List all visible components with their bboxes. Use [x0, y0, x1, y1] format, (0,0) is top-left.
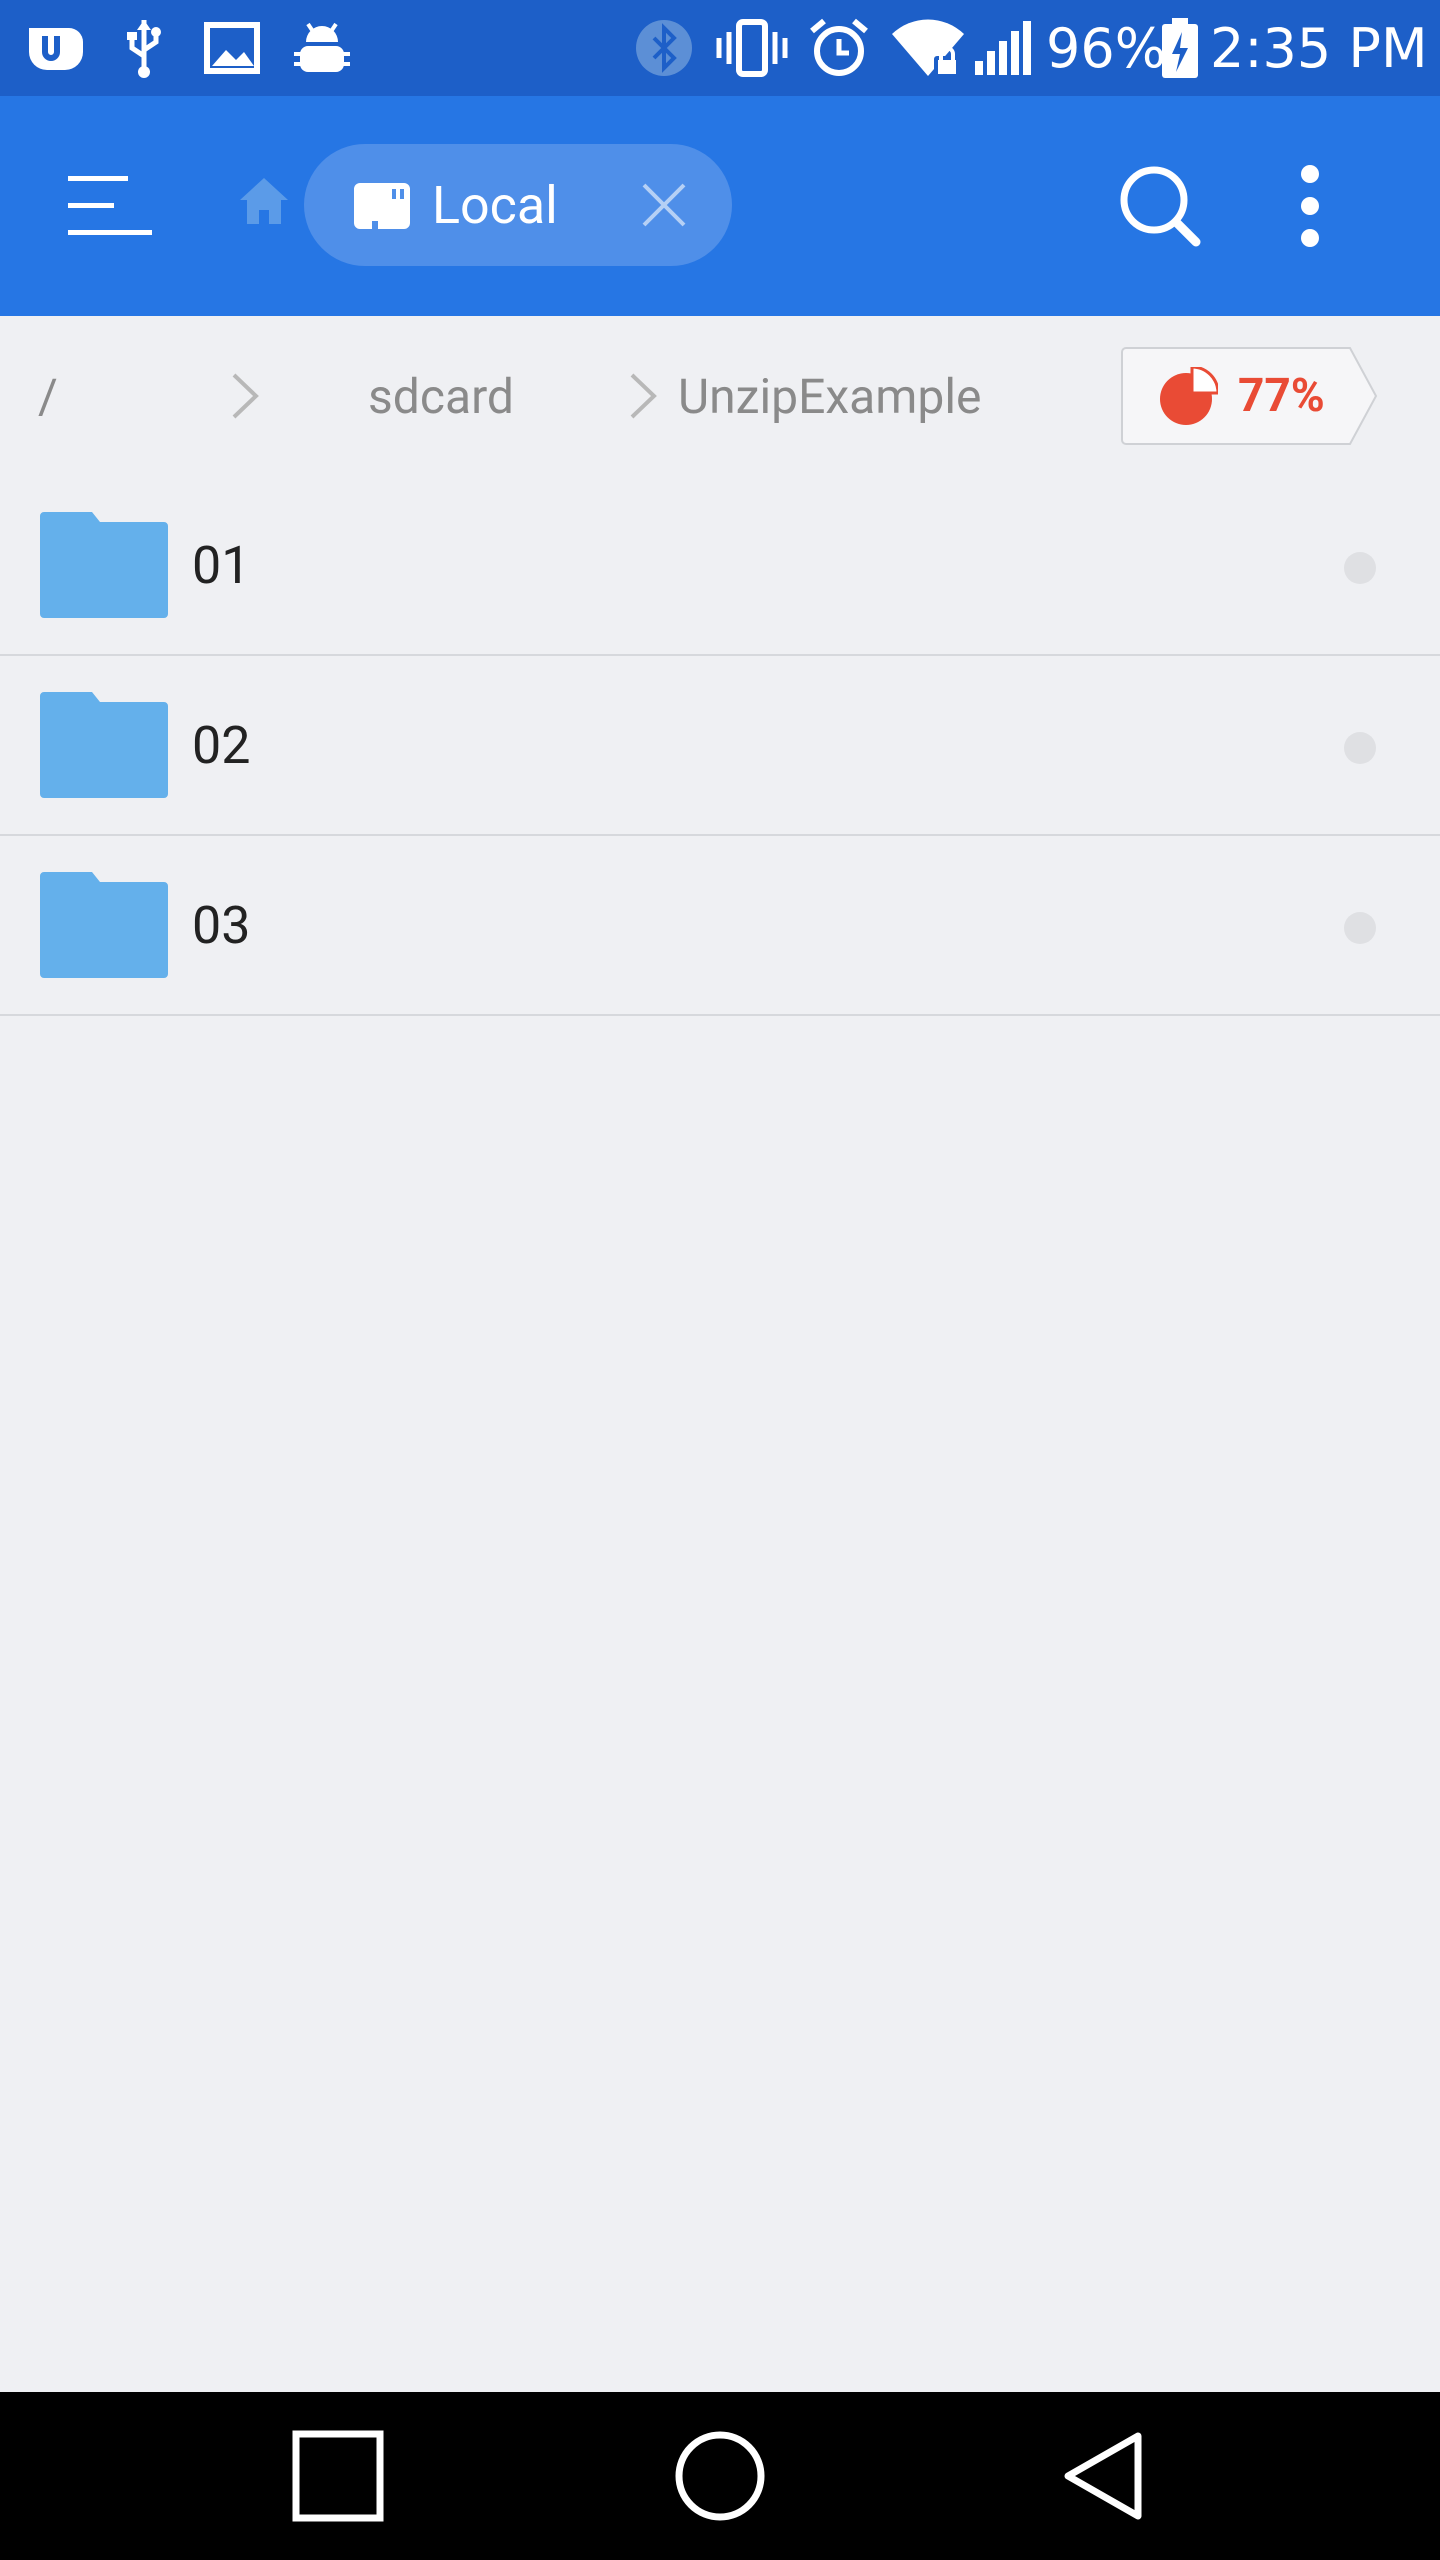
- app-bar: Local: [0, 96, 1440, 316]
- bluetooth-icon: [630, 0, 698, 96]
- back-button[interactable]: [1022, 2406, 1182, 2546]
- battery-charging-icon: [1158, 0, 1202, 96]
- vibrate-icon: [714, 0, 790, 96]
- status-bar: 96% 2:35 PM: [0, 0, 1440, 96]
- file-name: 01: [192, 534, 251, 596]
- home-button[interactable]: [224, 156, 304, 246]
- android-debug-icon: [290, 0, 354, 96]
- select-indicator[interactable]: [1344, 732, 1376, 764]
- close-tab-button[interactable]: [624, 165, 704, 245]
- sd-card-icon: [354, 183, 410, 229]
- list-item[interactable]: 01: [0, 476, 1440, 656]
- usb-icon: [116, 0, 172, 96]
- breadcrumb-root[interactable]: /: [38, 316, 58, 476]
- tab-local[interactable]: Local: [304, 144, 732, 266]
- pie-chart-icon: [1160, 367, 1218, 425]
- list-item[interactable]: 03: [0, 836, 1440, 1016]
- battery-percent: 96%: [1046, 16, 1167, 80]
- status-time: 2:35 PM: [1210, 16, 1428, 80]
- breadcrumb-sdcard[interactable]: sdcard: [368, 316, 514, 476]
- file-name: 02: [192, 714, 251, 776]
- home-nav-button[interactable]: [640, 2406, 800, 2546]
- folder-icon: [40, 872, 168, 978]
- breadcrumb: / sdcard UnzipExample 77%: [0, 316, 1440, 476]
- select-indicator[interactable]: [1344, 552, 1376, 584]
- storage-usage-badge[interactable]: 77%: [1120, 346, 1380, 446]
- menu-button[interactable]: [40, 146, 180, 266]
- back-icon: [1064, 2432, 1142, 2520]
- home-icon: [240, 178, 288, 224]
- more-options-button[interactable]: [1260, 146, 1360, 266]
- signal-icon: [972, 0, 1034, 96]
- storage-usage-percent: 77%: [1238, 369, 1325, 423]
- wifi-locked-icon: [888, 0, 968, 96]
- image-icon: [200, 0, 264, 96]
- search-button[interactable]: [1100, 146, 1220, 266]
- recent-apps-icon: [292, 2430, 384, 2522]
- alarm-icon: [806, 0, 872, 96]
- menu-icon: [68, 176, 152, 235]
- search-icon: [1120, 166, 1201, 247]
- tab-label: Local: [432, 174, 558, 236]
- uc-browser-icon: [20, 0, 90, 96]
- file-name: 03: [192, 894, 251, 956]
- home-circle-icon: [675, 2431, 765, 2521]
- chevron-right-icon: [230, 316, 260, 476]
- folder-icon: [40, 692, 168, 798]
- select-indicator[interactable]: [1344, 912, 1376, 944]
- folder-icon: [40, 512, 168, 618]
- file-list: 01 02 03: [0, 476, 1440, 1016]
- list-item[interactable]: 02: [0, 656, 1440, 836]
- recent-apps-button[interactable]: [258, 2406, 418, 2546]
- close-icon: [642, 183, 686, 227]
- chevron-right-icon: [628, 316, 658, 476]
- more-vert-icon: [1301, 165, 1319, 247]
- breadcrumb-unzipexample[interactable]: UnzipExample: [678, 316, 981, 476]
- navigation-bar: [0, 2392, 1440, 2560]
